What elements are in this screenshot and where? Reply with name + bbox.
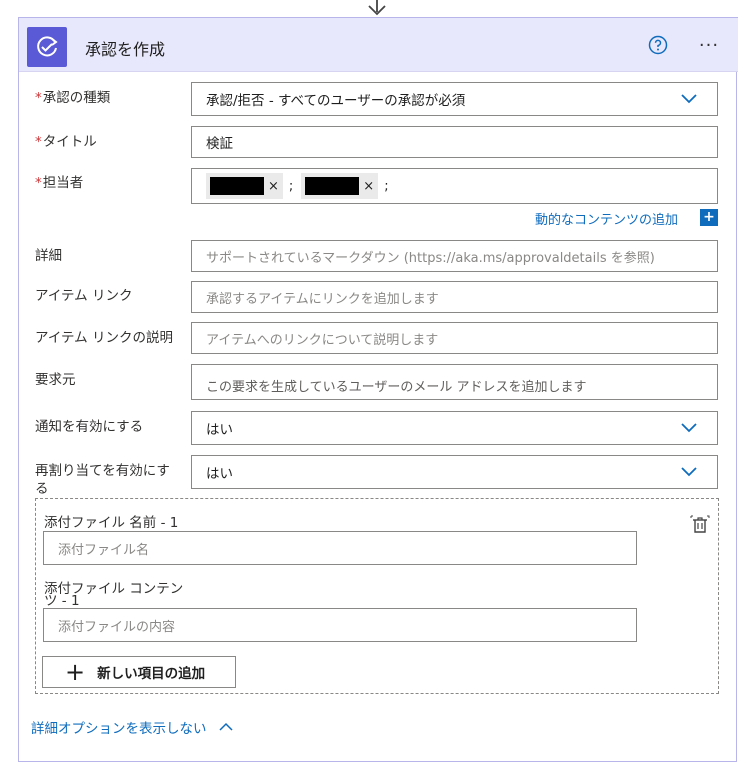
assigned-to-input[interactable]: × ; × ;: [191, 168, 718, 204]
item-link-input[interactable]: 承認するアイテムにリンクを追加します: [191, 281, 718, 313]
ellipsis-icon: ···: [698, 34, 720, 56]
title-value: 検証: [206, 136, 233, 152]
details-label: 詳細: [35, 248, 62, 264]
requestor-label: 要求元: [35, 372, 76, 388]
requestor-input[interactable]: この要求を生成しているユーザーのメール アドレスを追加します: [191, 364, 718, 400]
remove-token-icon[interactable]: ×: [363, 179, 374, 194]
enable-notifications-label: 通知を有効にする: [35, 419, 144, 435]
attachment-name-label: 添付ファイル 名前 - 1: [44, 515, 179, 531]
separator: ;: [288, 178, 294, 194]
attachment-content-label: 添付ファイル コンテン ツ - 1: [44, 581, 184, 609]
approval-icon: [27, 27, 67, 67]
add-new-item-button[interactable]: + 新しい項目の追加: [42, 656, 236, 688]
approval-type-label: *承認の種類: [35, 90, 111, 106]
assigned-to-label: *担当者: [35, 175, 84, 191]
enable-reassignment-label: 再割り当てを有効にす る: [35, 463, 170, 497]
chevron-down-icon: [681, 94, 697, 104]
card-title: 承認を作成: [85, 40, 166, 59]
add-dynamic-content-icon[interactable]: +: [700, 209, 718, 226]
enable-notifications-dropdown[interactable]: はい: [191, 411, 718, 445]
item-link-label: アイテム リンク: [35, 288, 133, 304]
assignee-token[interactable]: ×: [206, 173, 283, 199]
plus-icon: +: [65, 658, 86, 686]
redacted-block: [210, 177, 264, 195]
assignee-token[interactable]: ×: [301, 173, 379, 199]
help-button[interactable]: [647, 34, 669, 56]
approval-action-card: 承認を作成 ··· *承認の種類 承認/拒否 - すべてのユーザーの承認が必須 …: [18, 17, 738, 762]
chevron-down-icon: [681, 467, 697, 477]
approval-type-dropdown[interactable]: 承認/拒否 - すべてのユーザーの承認が必須: [191, 82, 718, 116]
approval-type-value: 承認/拒否 - すべてのユーザーの承認が必須: [206, 93, 466, 109]
enable-reassignment-dropdown[interactable]: はい: [191, 455, 718, 489]
hide-advanced-options-link[interactable]: 詳細オプションを表示しない: [31, 717, 233, 737]
chevron-up-icon: [218, 722, 233, 731]
separator: ;: [384, 178, 389, 194]
question-mark-icon: [648, 35, 668, 55]
attachment-content-input[interactable]: 添付ファイルの内容: [43, 608, 637, 642]
attachment-name-input[interactable]: 添付ファイル名: [43, 531, 637, 565]
redacted-block: [305, 177, 360, 195]
remove-token-icon[interactable]: ×: [268, 179, 279, 194]
attachments-section: 添付ファイル 名前 - 1 添付ファイル名 添付ファイル コンテン ツ - 1 …: [35, 498, 719, 694]
arrow-down-icon: [368, 0, 386, 16]
item-link-description-label: アイテム リンクの説明: [35, 330, 173, 346]
more-options-button[interactable]: ···: [693, 34, 725, 56]
item-link-description-input[interactable]: アイテムへのリンクについて説明します: [191, 322, 718, 354]
details-input[interactable]: サポートされているマークダウン (https://aka.ms/approval…: [191, 240, 718, 272]
title-input[interactable]: 検証: [191, 126, 718, 158]
dynamic-content-link[interactable]: 動的なコンテンツの追加: [535, 209, 678, 228]
chevron-down-icon: [681, 423, 697, 433]
card-header[interactable]: 承認を作成 ···: [19, 17, 738, 72]
title-label: *タイトル: [35, 134, 97, 150]
delete-icon[interactable]: [690, 515, 710, 535]
